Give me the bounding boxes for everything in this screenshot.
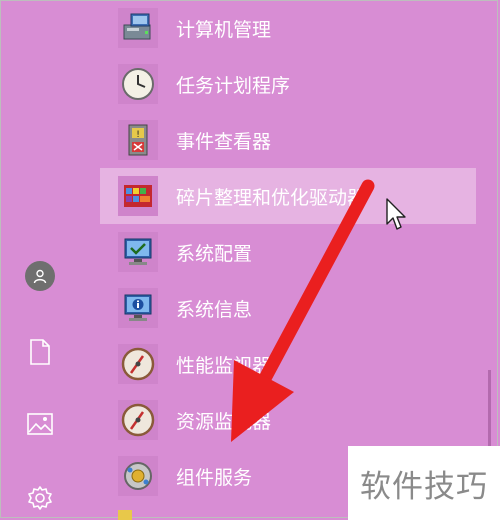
red-annotation-arrow: [231, 179, 375, 442]
mouse-cursor-icon: [386, 198, 406, 230]
watermark: 软件技巧: [348, 446, 500, 520]
